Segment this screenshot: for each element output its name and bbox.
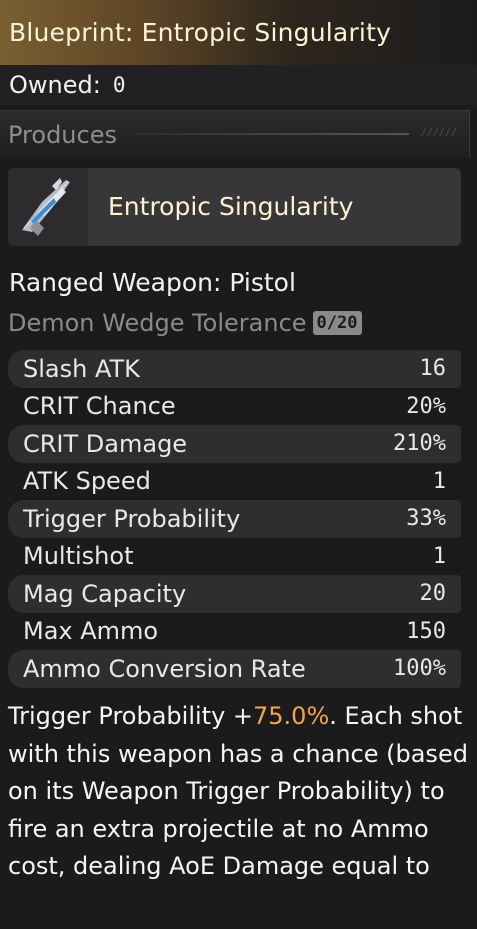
stat-value: 210% [393,431,446,457]
weapon-description: Trigger Probability +75.0%. Each shot wi… [8,698,473,886]
description-text: Trigger Probability + [8,702,254,730]
stat-value: 100% [393,656,446,682]
produces-label: Produces [8,120,117,149]
stat-value: 1 [432,543,446,569]
produces-section-header: Produces ////// [0,110,470,158]
stat-value: 150 [406,618,446,644]
stat-row: CRIT Damage 210% [8,425,461,463]
stat-label: ATK Speed [23,467,151,496]
stat-row: Ammo Conversion Rate 100% [8,650,461,688]
stat-value: 1 [432,468,446,494]
stat-value: 20 [419,581,447,607]
stat-label: Trigger Probability [23,504,241,533]
owned-row: Owned: 0 [0,65,477,105]
stat-row: Slash ATK 16 [8,350,461,388]
stat-row: CRIT Chance 20% [8,388,461,426]
weapon-type: Ranged Weapon: Pistol [9,268,296,297]
stat-row: Max Ammo 150 [8,613,461,651]
stat-row: Multishot 1 [8,538,461,576]
owned-label: Owned: [9,71,101,99]
owned-count: 0 [112,73,126,97]
stat-label: Max Ammo [23,617,159,646]
stat-label: Slash ATK [23,354,140,383]
blueprint-title: Blueprint: Entropic Singularity [9,18,392,47]
product-name: Entropic Singularity [108,192,354,221]
stat-label: CRIT Chance [23,392,176,421]
stat-row: Trigger Probability 33% [8,500,461,538]
stats-table: Slash ATK 16 CRIT Chance 20% CRIT Damage… [8,350,461,688]
stat-row: Mag Capacity 20 [8,575,461,613]
header-divider [135,133,409,135]
stat-value: 33% [406,506,446,532]
stat-label: CRIT Damage [23,429,188,458]
header-decoration: ////// [420,127,457,138]
stat-value: 20% [406,393,446,419]
tolerance-label: Demon Wedge Tolerance [8,309,307,337]
stat-label: Mag Capacity [23,579,187,608]
description-highlight: 75.0% [253,702,330,730]
pistol-weapon-icon [8,168,88,246]
title-bar: Blueprint: Entropic Singularity [0,0,477,65]
tolerance-row: Demon Wedge Tolerance 0/20 [8,309,362,337]
tolerance-badge: 0/20 [312,311,362,335]
product-card[interactable]: Entropic Singularity [8,168,461,246]
stat-value: 16 [419,356,447,382]
stat-label: Ammo Conversion Rate [23,654,306,683]
stat-label: Multishot [23,542,134,571]
stat-row: ATK Speed 1 [8,463,461,501]
